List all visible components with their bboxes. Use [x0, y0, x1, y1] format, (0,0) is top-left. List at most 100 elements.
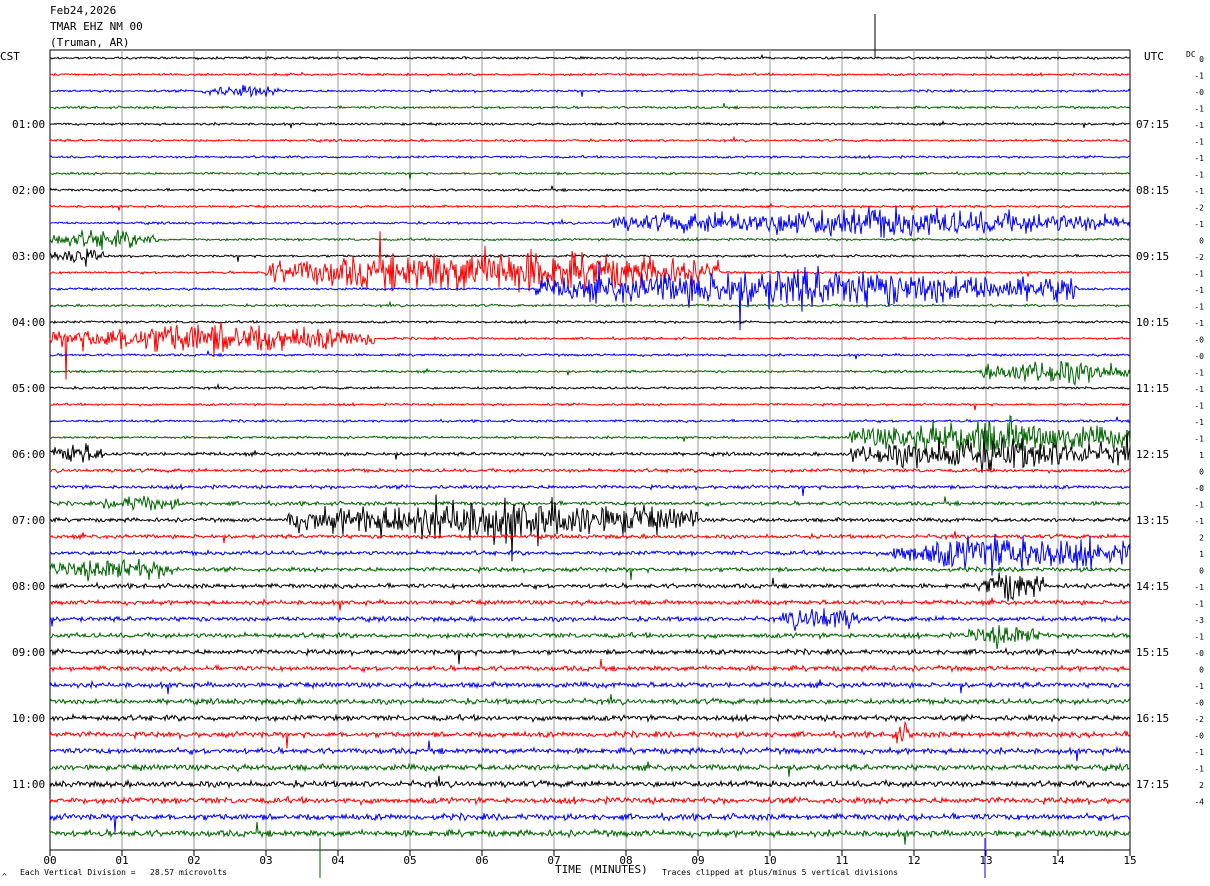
trace-line — [49, 170, 1131, 180]
trace-line — [49, 572, 1131, 602]
dc-offset-label: -1 — [1194, 303, 1204, 312]
x-tick-label: 01 — [115, 854, 128, 867]
dc-offset-label: -1 — [1194, 418, 1204, 427]
dc-offset-label: -1 — [1194, 319, 1204, 328]
trace-line — [49, 154, 1130, 160]
left-time-label: 08:00 — [12, 580, 45, 593]
dc-offset-label: -1 — [1194, 517, 1204, 526]
right-time-label: 09:15 — [1136, 250, 1169, 263]
dc-offset-label: 0 — [1199, 666, 1204, 675]
dc-offset-label: -2 — [1194, 715, 1204, 724]
dc-offset-label: -1 — [1194, 121, 1204, 130]
right-time-label: 11:15 — [1136, 382, 1169, 395]
corner-mark: ^ — [2, 872, 7, 881]
helicorder-plot: 00 01 02 03 04 05 06 07 08 09 10 11 12 13 14 1501:0002:… — [12, 14, 1204, 878]
dc-offset-label: -2 — [1194, 253, 1204, 262]
x-tick-label: 09 — [691, 854, 704, 867]
dc-offset-label: -3 — [1194, 616, 1204, 625]
trace-line — [49, 646, 1131, 665]
dc-offset-label: 0 — [1199, 567, 1204, 576]
plot-frame — [49, 49, 1131, 851]
x-tick-label: 15 — [1123, 854, 1136, 867]
x-tick-label: 10 — [763, 854, 776, 867]
dc-offset-label: 2 — [1199, 781, 1204, 790]
trace-line — [49, 319, 1131, 325]
dc-offset-label: 2 — [1199, 534, 1204, 543]
dc-offset-label: -0 — [1194, 649, 1204, 658]
trace-line — [49, 821, 1131, 845]
left-time-label: 02:00 — [12, 184, 45, 197]
right-time-label: 13:15 — [1136, 514, 1169, 527]
trace-line — [49, 558, 1131, 582]
trace-line — [49, 119, 1131, 129]
trace-line — [49, 229, 1131, 251]
dc-offset-label: -0 — [1194, 699, 1204, 708]
trace-line — [49, 775, 1131, 789]
left-time-label: 03:00 — [12, 250, 45, 263]
trace-line — [49, 350, 1131, 360]
x-tick-label: 12 — [907, 854, 920, 867]
right-time-label: 14:15 — [1136, 580, 1169, 593]
trace-line — [49, 202, 1131, 211]
scale-note: Each Vertical Division = 28.57 microvolt… — [20, 868, 228, 877]
left-time-label: 01:00 — [12, 118, 45, 131]
dc-offset-label: -1 — [1194, 501, 1204, 510]
dc-offset-label: -4 — [1194, 798, 1204, 807]
left-time-label: 04:00 — [12, 316, 45, 329]
x-tick-label: 13 — [979, 854, 992, 867]
dc-offset-label: -1 — [1194, 105, 1204, 114]
dc-offset-label: -1 — [1194, 171, 1204, 180]
dc-offset-label: -1 — [1194, 220, 1204, 229]
trace-line — [49, 608, 1131, 631]
trace-line — [49, 383, 1131, 391]
right-time-label: 08:15 — [1136, 184, 1169, 197]
left-time-label: 11:00 — [12, 778, 45, 791]
dc-offset-label: -0 — [1194, 352, 1204, 361]
x-tick-label: 02 — [187, 854, 200, 867]
dc-offset-label: 0 — [1199, 237, 1204, 246]
left-time-label: 07:00 — [12, 514, 45, 527]
dc-offset-label: -1 — [1194, 600, 1204, 609]
trace-line — [49, 495, 1131, 512]
right-time-label: 12:15 — [1136, 448, 1169, 461]
trace-line — [49, 679, 1131, 695]
trace-line — [49, 205, 1131, 238]
dc-offset-label: -1 — [1194, 402, 1204, 411]
trace-line — [49, 135, 1131, 144]
dc-offset-label: -1 — [1194, 154, 1204, 163]
trace-line — [49, 360, 1131, 386]
trace-line — [49, 694, 1131, 707]
trace-line — [49, 71, 1131, 78]
trace-line — [49, 248, 1131, 267]
dc-offset-label: -0 — [1194, 88, 1204, 97]
trace-line — [49, 740, 1131, 762]
trace-line — [49, 103, 1131, 111]
trace-line — [49, 482, 1131, 497]
x-tick-label: 11 — [835, 854, 848, 867]
trace-line — [49, 416, 1131, 424]
trace-line — [49, 625, 1131, 649]
trace-line — [49, 761, 1131, 777]
dc-offset-label: -1 — [1194, 369, 1204, 378]
right-time-label: 16:15 — [1136, 712, 1169, 725]
dc-offset-label: -1 — [1194, 270, 1204, 279]
dc-offset-label: -1 — [1194, 385, 1204, 394]
dc-offset-label: -1 — [1194, 765, 1204, 774]
left-time-label: 06:00 — [12, 448, 45, 461]
trace-line — [49, 185, 1130, 193]
trace-line — [49, 659, 1131, 674]
x-axis-label: TIME (MINUTES) — [555, 863, 648, 876]
dc-offset-label: -2 — [1194, 204, 1204, 213]
dc-offset-label: 0 — [1199, 468, 1204, 477]
trace-line — [49, 795, 1131, 807]
x-tick-label: 03 — [259, 854, 272, 867]
trace-line — [49, 467, 1131, 475]
dc-offset-label: -0 — [1194, 732, 1204, 741]
dc-offset-label: -1 — [1194, 682, 1204, 691]
trace-line — [49, 401, 1131, 411]
left-time-label: 05:00 — [12, 382, 45, 395]
x-tick-label: 06 — [475, 854, 488, 867]
right-time-label: 10:15 — [1136, 316, 1169, 329]
trace-line — [49, 720, 1131, 749]
left-time-label: 10:00 — [12, 712, 45, 725]
